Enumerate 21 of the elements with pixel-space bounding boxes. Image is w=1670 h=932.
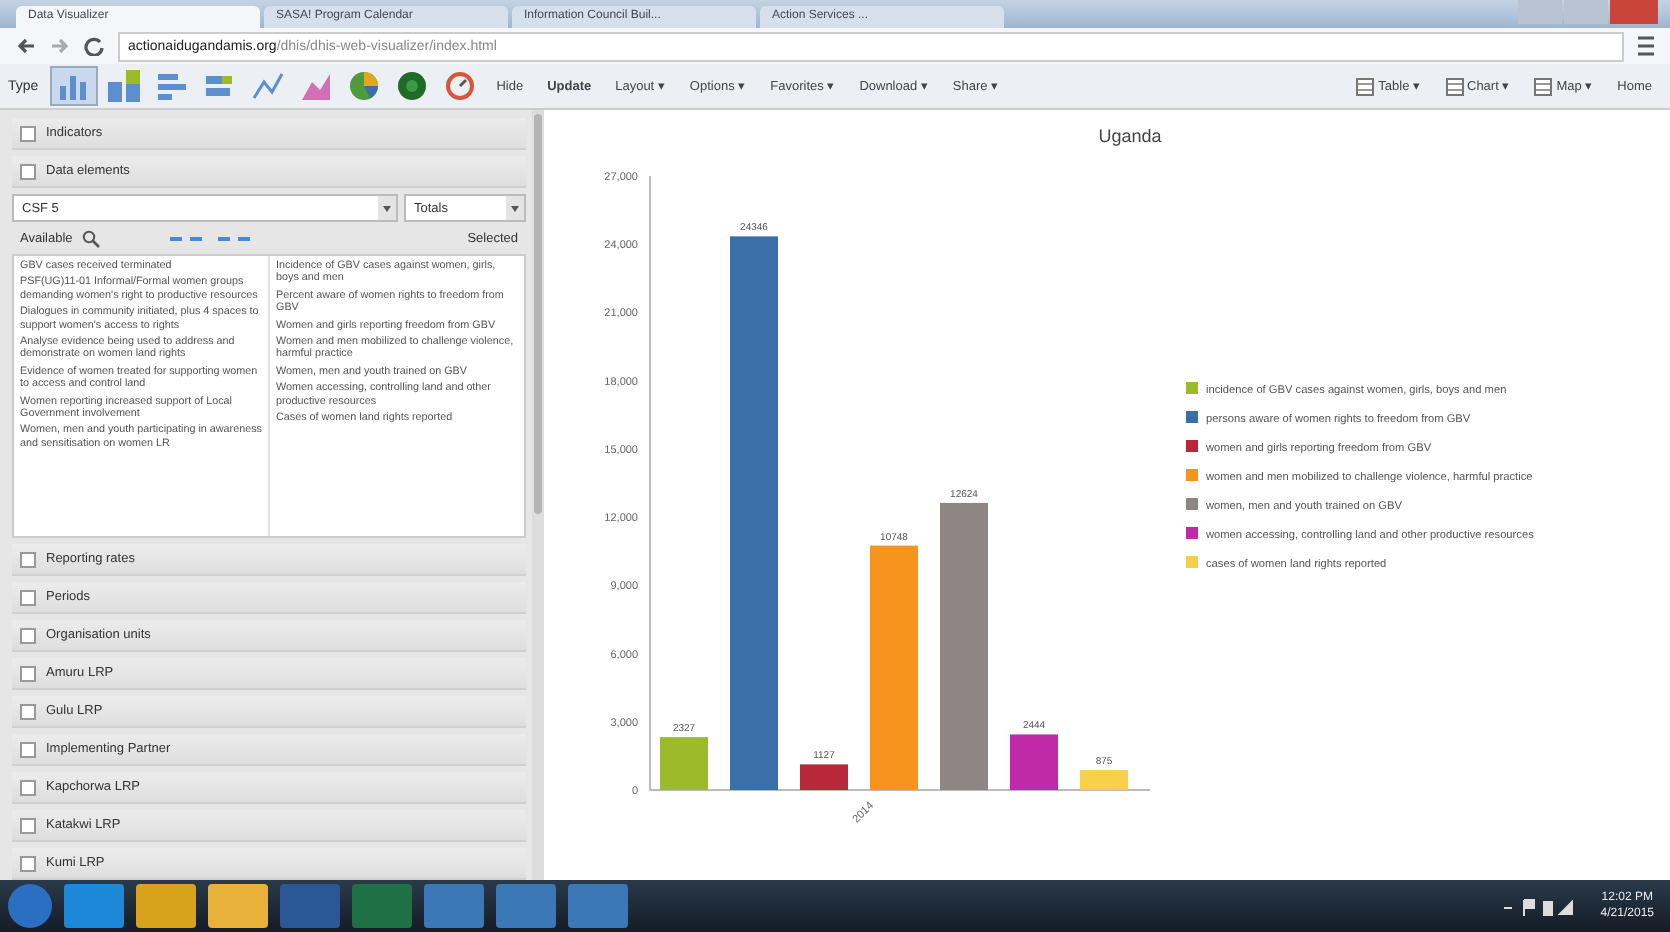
- radar-chart-icon: [394, 70, 431, 102]
- start-button[interactable]: [8, 884, 52, 928]
- gauge-chart-icon: [442, 70, 479, 102]
- line-chart-icon: [250, 70, 287, 102]
- table-icon: [1534, 77, 1553, 95]
- stacked-column-chart-icon: [106, 70, 143, 102]
- reload-icon[interactable]: [84, 36, 104, 56]
- window-controls-icon[interactable]: [1518, 0, 1658, 24]
- chart-title: Uganda: [1098, 126, 1162, 146]
- transfer-arrows-icon[interactable]: [170, 231, 251, 245]
- table-icon: [1445, 77, 1463, 95]
- pie-chart-icon: [346, 70, 383, 102]
- bar-chart-icon: [154, 70, 191, 102]
- column-chart-type-button[interactable]: [50, 66, 99, 106]
- forward-icon[interactable]: [50, 36, 70, 56]
- table-icon: [1356, 77, 1375, 95]
- scrollbar-thumb[interactable]: [534, 114, 542, 514]
- area-chart-icon: [298, 70, 335, 102]
- menu-icon[interactable]: [1638, 36, 1654, 56]
- search-icon[interactable]: [82, 229, 101, 247]
- back-icon[interactable]: [16, 36, 36, 56]
